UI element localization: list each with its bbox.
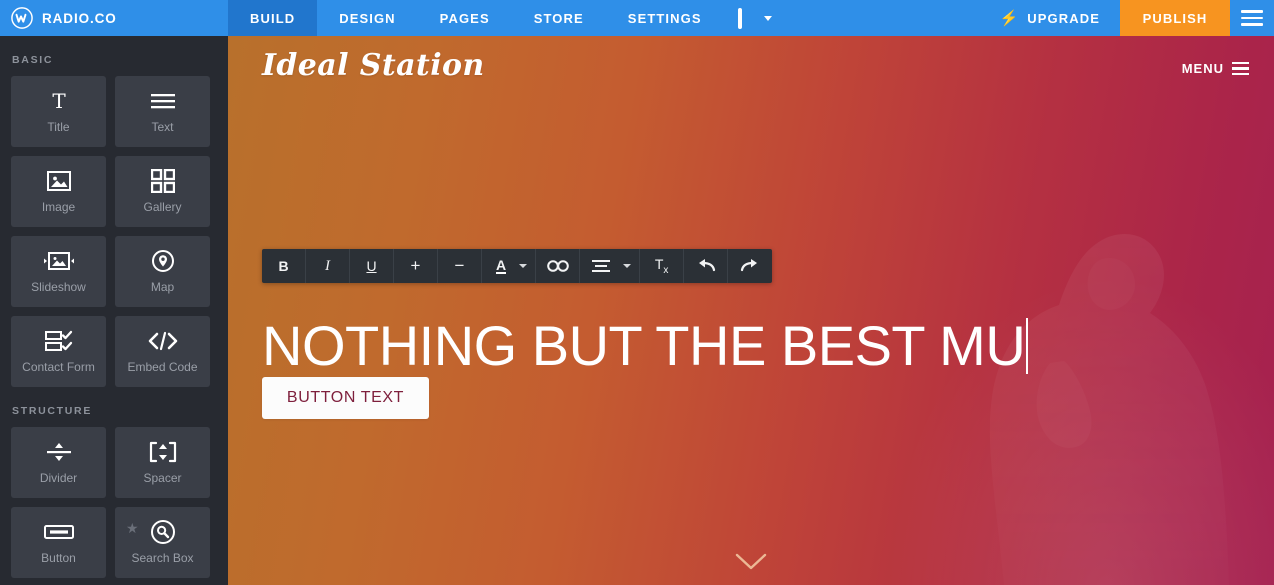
link-chain-icon (546, 260, 569, 272)
image-icon (46, 169, 72, 193)
chevron-down-icon (763, 15, 772, 21)
align-dropdown[interactable] (614, 249, 641, 283)
hero-heading[interactable]: NOTHING BUT THE BEST MU (262, 318, 1029, 374)
sidebar-item-label: Title (47, 120, 70, 134)
sidebar-item-label: Search Box (131, 551, 194, 565)
map-pin-icon (151, 249, 175, 273)
site-menu-button[interactable]: MENU (1182, 61, 1249, 76)
sidebar-item-contact-form[interactable]: Contact Form (11, 316, 106, 387)
sidebar-section-structure-grid: Divider Spacer Button ★ Search Box (0, 427, 228, 578)
elements-sidebar: BASIC T Title Text Image Gallery Slidesh… (0, 36, 228, 585)
sidebar-item-label: Map (150, 280, 175, 294)
embed-code-icon (148, 329, 178, 353)
align-button[interactable] (580, 249, 614, 283)
undo-arrow-icon (698, 259, 715, 272)
text-lines-icon (150, 89, 176, 113)
pro-star-icon: ★ (126, 520, 139, 536)
italic-button[interactable]: I (306, 249, 350, 283)
hero-cta-button[interactable]: BUTTON TEXT (262, 377, 429, 419)
hamburger-menu-icon[interactable] (1230, 0, 1274, 36)
tab-build[interactable]: BUILD (228, 0, 318, 36)
sidebar-item-label: Slideshow (31, 280, 86, 294)
sidebar-item-spacer[interactable]: Spacer (115, 427, 210, 498)
site-menu-label: MENU (1181, 61, 1224, 76)
sidebar-item-slideshow[interactable]: Slideshow (11, 236, 106, 307)
decrease-font-size-button[interactable]: − (438, 249, 482, 283)
text-cursor-caret (1026, 318, 1029, 374)
search-icon (150, 520, 176, 544)
sidebar-item-button[interactable]: Button (11, 507, 106, 578)
undo-button[interactable] (684, 249, 729, 283)
weebly-w-logo-icon (11, 7, 33, 29)
clear-format-icon: Tx (654, 256, 669, 276)
site-title[interactable]: Ideal Station (262, 48, 485, 83)
sidebar-section-structure-title: STRUCTURE (12, 405, 93, 417)
sidebar-item-embed-code[interactable]: Embed Code (115, 316, 210, 387)
sidebar-item-label: Text (151, 120, 174, 134)
main-nav-tabs: BUILD DESIGN PAGES STORE SETTINGS (228, 0, 786, 36)
site-preview-canvas: Ideal Station MENU B I U + − A Tx NOTHIN… (228, 36, 1274, 585)
slideshow-icon (43, 249, 75, 273)
button-icon (43, 520, 74, 544)
text-color-dropdown[interactable] (510, 249, 537, 283)
sidebar-item-label: Spacer (143, 471, 182, 485)
title-T-icon: T (47, 89, 71, 113)
underline-button[interactable]: U (350, 249, 394, 283)
sidebar-item-label: Gallery (143, 200, 182, 214)
sidebar-item-label: Divider (39, 471, 78, 485)
sidebar-item-label: Contact Form (22, 360, 95, 374)
tab-design[interactable]: DESIGN (317, 0, 417, 36)
upgrade-button[interactable]: ⚡ UPGRADE (980, 0, 1121, 36)
publish-button[interactable]: PUBLISH (1120, 0, 1230, 36)
font-color-icon: A (496, 256, 507, 275)
brand-name: RADIO.CO (42, 10, 117, 26)
align-lines-icon (592, 260, 611, 272)
clear-formatting-button[interactable]: Tx (640, 249, 685, 283)
sidebar-item-label: Button (41, 551, 76, 565)
contact-form-icon (44, 329, 73, 353)
sidebar-item-map[interactable]: Map (115, 236, 210, 307)
monitor-icon (737, 8, 758, 29)
divider-icon (46, 440, 72, 464)
sidebar-section-basic-title: BASIC (12, 54, 54, 66)
redo-button[interactable] (728, 249, 772, 283)
brand-logo-area[interactable]: RADIO.CO (0, 0, 228, 36)
bolt-icon: ⚡ (999, 9, 1020, 27)
tab-store[interactable]: STORE (512, 0, 606, 36)
sidebar-item-label: Image (41, 200, 76, 214)
top-navigation-bar: RADIO.CO BUILD DESIGN PAGES STORE SETTIN… (0, 0, 1274, 36)
sidebar-item-gallery[interactable]: Gallery (115, 156, 210, 227)
bold-button[interactable]: B (262, 249, 306, 283)
link-button[interactable] (536, 249, 581, 283)
chevron-down-icon (622, 264, 631, 268)
sidebar-item-search-box[interactable]: ★ Search Box (115, 507, 210, 578)
gallery-grid-icon (150, 169, 175, 193)
sidebar-item-label: Embed Code (127, 360, 198, 374)
sidebar-section-basic-grid: T Title Text Image Gallery Slideshow Map… (0, 76, 228, 387)
hero-heading-text: NOTHING BUT THE BEST MU (262, 314, 1026, 377)
hero-cta-label: BUTTON TEXT (286, 389, 405, 406)
chevron-down-icon (735, 553, 767, 570)
text-color-button[interactable]: A (482, 249, 510, 283)
sidebar-item-divider[interactable]: Divider (11, 427, 106, 498)
sidebar-item-text[interactable]: Text (115, 76, 210, 147)
spacer-icon (149, 440, 177, 464)
chevron-down-icon (518, 264, 527, 268)
redo-arrow-icon (740, 259, 758, 272)
weebly-site-editor: RADIO.CO BUILD DESIGN PAGES STORE SETTIN… (0, 0, 1274, 585)
hamburger-menu-icon (1232, 61, 1249, 76)
svg-text:T: T (52, 90, 66, 112)
sidebar-item-image[interactable]: Image (11, 156, 106, 227)
increase-font-size-button[interactable]: + (394, 249, 438, 283)
tab-settings[interactable]: SETTINGS (606, 0, 724, 36)
scroll-down-button[interactable] (734, 552, 768, 577)
sidebar-item-title[interactable]: T Title (11, 76, 106, 147)
upgrade-label: UPGRADE (1027, 10, 1100, 26)
device-preview-selector[interactable] (724, 0, 786, 36)
tab-pages[interactable]: PAGES (418, 0, 512, 36)
rich-text-editor-toolbar: B I U + − A Tx (262, 249, 773, 283)
